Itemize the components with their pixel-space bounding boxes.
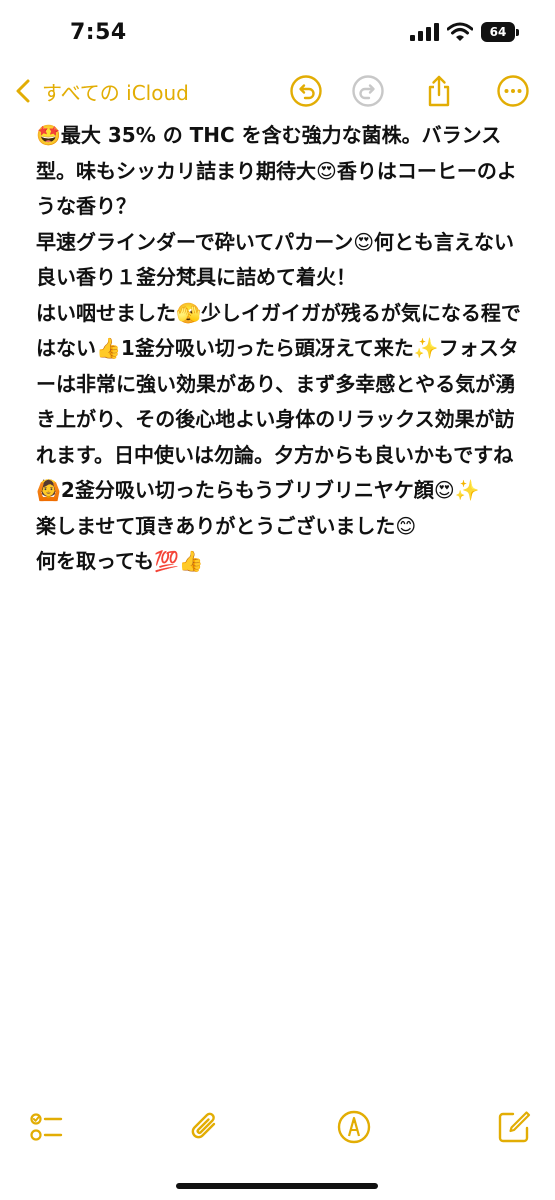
- share-icon: [428, 75, 450, 107]
- battery-icon: 64: [481, 22, 519, 42]
- cellular-signal-icon: [410, 23, 439, 41]
- wifi-icon: [447, 22, 473, 41]
- note-paragraph: 🤩最大 35% の THC を含む強力な菌株。バランス型。味もシッカリ詰まり期待…: [36, 123, 517, 218]
- undo-icon: [290, 75, 322, 107]
- attach-button[interactable]: [187, 1109, 223, 1145]
- status-bar: 7:54 64: [0, 0, 555, 60]
- battery-level: 64: [489, 25, 507, 39]
- back-label: すべての iCloud: [42, 80, 189, 105]
- redo-button[interactable]: [351, 74, 385, 108]
- ellipsis-icon: [497, 75, 529, 107]
- more-button[interactable]: [496, 74, 530, 108]
- back-button[interactable]: すべての iCloud: [14, 74, 189, 108]
- home-indicator: [176, 1183, 378, 1189]
- nav-bar: すべての iCloud: [0, 66, 555, 114]
- note-body[interactable]: 🤩最大 35% の THC を含む強力な菌株。バランス型。味もシッカリ詰まり期待…: [36, 118, 528, 580]
- note-paragraph: 楽しませて頂きありがとうございました😊: [36, 513, 417, 538]
- undo-button[interactable]: [289, 74, 323, 108]
- checklist-icon: [30, 1113, 63, 1141]
- note-paragraph: はい咽せました🫣少しイガイガが残るが気になる程ではない👍1釜分吸い切ったら頭冴え…: [36, 300, 521, 503]
- chevron-left-icon: [16, 79, 30, 103]
- markup-button[interactable]: [336, 1109, 372, 1145]
- status-time: 7:54: [70, 20, 127, 45]
- note-paragraph: 早速グラインダーで砕いてパカーン😍何とも言えない良い香り１釜分梵具に詰めて着火！: [36, 229, 515, 290]
- paperclip-icon: [191, 1112, 216, 1139]
- checklist-button[interactable]: [28, 1109, 64, 1145]
- share-button[interactable]: [422, 74, 456, 108]
- compose-icon: [498, 1111, 531, 1143]
- redo-icon: [352, 75, 384, 107]
- status-icons: 64: [409, 22, 519, 42]
- markup-pen-icon: [337, 1110, 371, 1144]
- compose-button[interactable]: [496, 1109, 532, 1145]
- note-paragraph: 何を取っても💯👍: [36, 549, 204, 573]
